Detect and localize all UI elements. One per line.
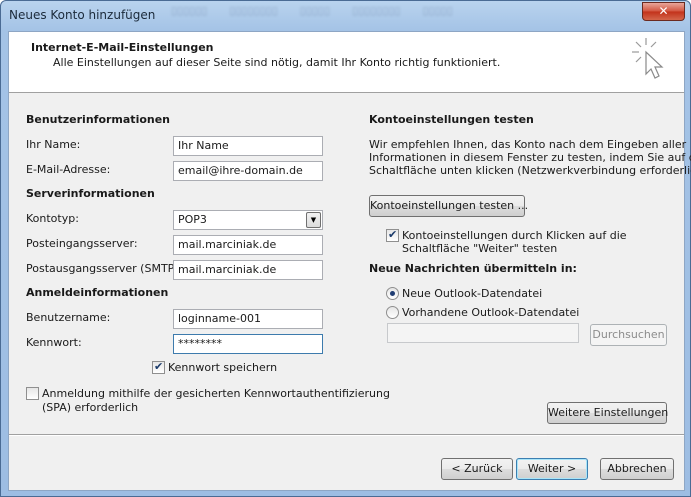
existing-data-file-label[interactable]: Vorhandene Outlook-Datendatei <box>402 306 579 319</box>
test-account-settings-button[interactable]: Kontoeinstellungen testen ... <box>369 195 528 217</box>
existing-data-file-radio[interactable] <box>386 306 399 319</box>
email-label: E-Mail-Adresse: <box>26 163 111 176</box>
outgoing-server-input[interactable]: mail.marciniak.de <box>173 260 323 280</box>
server-info-heading: Serverinformationen <box>26 187 155 200</box>
remember-password-checkbox[interactable]: ✔ <box>152 360 165 374</box>
auto-test-label-line1[interactable]: Kontoeinstellungen durch Klicken auf die <box>402 229 627 242</box>
title-bar[interactable]: Neues Konto hinzufügen ▯▯▯▯▯▯ ▯▯▯▯▯▯▯▯ ▯▯▯… <box>1 1 690 31</box>
username-label: Benutzername: <box>26 311 111 324</box>
test-settings-heading: Kontoeinstellungen testen <box>369 113 534 126</box>
username-input[interactable]: loginname-001 <box>173 309 323 329</box>
account-type-value: POP3 <box>178 213 207 226</box>
auto-test-checkbox[interactable]: ✔ <box>386 228 399 242</box>
name-input[interactable]: Ihr Name <box>173 136 323 156</box>
spa-label-line2[interactable]: (SPA) erforderlich <box>42 401 138 414</box>
back-button[interactable]: < Zurück <box>441 458 513 480</box>
page-title: Internet-E-Mail-Einstellungen <box>31 41 214 54</box>
email-input[interactable]: email@ihre-domain.de <box>173 161 323 181</box>
data-file-path-input[interactable] <box>387 323 579 343</box>
browse-button[interactable]: Durchsuchen <box>590 324 667 346</box>
test-description-line3: Schaltfläche unten klicken (Netzwerkverb… <box>369 164 691 177</box>
password-label: Kennwort: <box>26 336 82 349</box>
close-icon: ✕ <box>658 4 669 18</box>
cancel-button[interactable]: Abbrechen <box>600 458 674 480</box>
check-icon: ✔ <box>388 228 398 241</box>
new-data-file-label[interactable]: Neue Outlook-Datendatei <box>402 287 542 300</box>
test-description-line2: Informationen in diesem Fenster zu teste… <box>369 151 691 164</box>
login-info-heading: Anmeldeinformationen <box>26 286 169 299</box>
spa-checkbox[interactable] <box>26 387 39 400</box>
account-type-label: Kontotyp: <box>26 212 79 225</box>
close-button[interactable]: ✕ <box>642 2 685 21</box>
chevron-down-icon[interactable]: ▼ <box>306 212 321 228</box>
check-icon: ✔ <box>154 360 164 373</box>
dialog-window: Neues Konto hinzufügen ▯▯▯▯▯▯ ▯▯▯▯▯▯▯▯ ▯▯▯… <box>0 0 691 497</box>
footer-divider <box>9 434 684 436</box>
remember-password-label[interactable]: Kennwort speichern <box>168 361 277 374</box>
test-description-line1: Wir empfehlen Ihnen, das Konto nach dem … <box>369 138 687 151</box>
name-label: Ihr Name: <box>26 138 81 151</box>
window-title: Neues Konto hinzufügen <box>9 8 156 22</box>
page-subtitle: Alle Einstellungen auf dieser Seite sind… <box>53 56 501 69</box>
dialog-client-area: Internet-E-Mail-Einstellungen Alle Einst… <box>8 31 691 491</box>
user-info-heading: Benutzerinformationen <box>26 113 171 126</box>
next-button[interactable]: Weiter > <box>516 458 588 480</box>
outgoing-server-label: Postausgangsserver (SMTP): <box>26 262 183 275</box>
deliver-to-heading: Neue Nachrichten übermitteln in: <box>369 262 577 275</box>
account-type-select[interactable]: POP3 ▼ <box>173 210 323 230</box>
incoming-server-input[interactable]: mail.marciniak.de <box>173 235 323 255</box>
background-window-ghost: ▯▯▯▯▯▯ ▯▯▯▯▯▯▯▯ ▯▯▯▯▯ ▯▯▯▯▯▯▯▯ ▯▯▯▯▯ <box>171 4 453 17</box>
radio-selected-dot <box>390 291 395 296</box>
auto-test-label-line2[interactable]: Schaltfläche "Weiter" testen <box>402 242 557 255</box>
new-data-file-radio[interactable] <box>386 287 399 300</box>
password-input[interactable]: ******** <box>173 334 323 354</box>
cursor-sparkle-icon <box>632 38 664 79</box>
wizard-header: Internet-E-Mail-Einstellungen Alle Einst… <box>9 32 684 93</box>
more-settings-button[interactable]: Weitere Einstellungen <box>547 402 668 424</box>
spa-label-line1[interactable]: Anmeldung mithilfe der gesicherten Kennw… <box>42 387 390 400</box>
incoming-server-label: Posteingangsserver: <box>26 237 138 250</box>
